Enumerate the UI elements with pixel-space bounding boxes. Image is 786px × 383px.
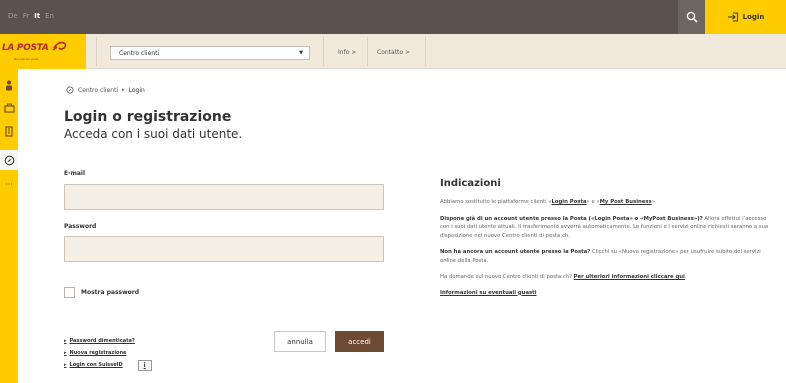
password-label: Password <box>64 223 97 230</box>
faults-info-link[interactable]: Informazioni su eventuali guasti <box>440 290 776 296</box>
compass-icon <box>4 155 14 165</box>
breadcrumb-home[interactable]: Centro clienti <box>78 87 118 94</box>
portal-select-value: Centro clienti <box>119 50 160 57</box>
new-registration-link[interactable]: ▸ Nuova registrazione <box>64 347 152 359</box>
rail-item-compass[interactable] <box>0 150 18 170</box>
person-icon <box>6 80 12 90</box>
info-icon[interactable]: i <box>137 359 152 371</box>
nav-divider <box>367 37 368 66</box>
nav-link-contatto[interactable]: Contatto > <box>377 49 410 56</box>
lang-fr[interactable]: Fr <box>23 12 29 20</box>
page-title: Login o registrazione <box>64 109 232 125</box>
info-text: Abbiamo sostituito le piattaforme client… <box>440 199 552 205</box>
language-switcher: De Fr It En <box>8 12 54 20</box>
posthorn-icon <box>52 41 67 51</box>
info-paragraph-questions: Ha domande sul nuovo Centro clienti di p… <box>440 273 776 282</box>
more-info-link[interactable]: Per ulteriori informazioni cliccare qui <box>574 274 685 280</box>
info-text: . <box>684 274 687 280</box>
show-password-label[interactable]: Mostra password <box>81 289 139 296</box>
header-login-label: Login <box>742 13 765 21</box>
show-password-checkbox[interactable] <box>64 287 75 298</box>
portal-select[interactable]: Centro clienti ▼ <box>110 46 310 60</box>
page-subtitle: Acceda con i suoi dati utente. <box>64 127 243 141</box>
info-text: » e « <box>586 199 600 205</box>
suisseid-login-link[interactable]: ▸ Login con SuisseID i <box>64 359 152 371</box>
form-links: ▸ Password dimenticata? ▸ Nuova registra… <box>64 335 152 371</box>
nav-bar: LA POSTA Benvenuto pubs Centro clienti ▼… <box>0 34 786 69</box>
arrow-right-icon: ▸ <box>64 362 67 368</box>
header-login-button[interactable]: Login <box>705 0 786 34</box>
nav-divider <box>323 37 324 66</box>
forgot-password-link[interactable]: ▸ Password dimenticata? <box>64 335 152 347</box>
nav-link-info[interactable]: Info > <box>338 49 356 56</box>
login-posta-link[interactable]: Login Posta <box>552 199 587 205</box>
more-icon: ··· <box>5 180 13 189</box>
chevron-down-icon: ▼ <box>299 50 303 56</box>
lang-it[interactable]: It <box>34 12 40 20</box>
logo-tagline: Benvenuto pubs <box>14 57 39 61</box>
email-label: E-mail <box>64 170 86 177</box>
breadcrumb-current: Login <box>128 86 145 94</box>
suisseid-login-link-label: Login con SuisseID <box>69 362 123 368</box>
side-rail: ··· <box>0 69 18 383</box>
submit-button[interactable]: accedi <box>335 331 384 352</box>
nav-divider <box>96 37 97 66</box>
lang-en[interactable]: En <box>45 12 54 20</box>
info-bold-text: Dispone già di un account utente presso … <box>440 215 703 222</box>
new-registration-link-label: Nuova registrazione <box>69 350 127 356</box>
building-icon <box>5 125 13 137</box>
rail-item-briefcase[interactable] <box>0 98 18 118</box>
arrow-right-icon: ▸ <box>64 350 67 356</box>
search-button[interactable] <box>678 0 705 34</box>
rail-item-building[interactable] <box>0 121 18 141</box>
info-text: Ha domande sul nuovo Centro clienti di p… <box>440 274 574 280</box>
search-icon <box>686 11 698 23</box>
briefcase-icon <box>3 103 15 113</box>
info-paragraph-existing: Dispone già di un account utente presso … <box>440 215 776 241</box>
arrow-right-icon: ▸ <box>64 338 67 344</box>
info-paragraph-platforms: Abbiamo sostituito le piattaforme client… <box>440 198 776 207</box>
rail-item-person[interactable] <box>0 75 18 95</box>
info-paragraph-new: Non ha ancora un account utente presso l… <box>440 248 776 265</box>
email-field[interactable] <box>64 184 384 210</box>
password-field[interactable] <box>64 236 384 262</box>
show-password-option: Mostra password <box>64 287 139 298</box>
my-post-business-link[interactable]: My Post Business <box>600 199 652 205</box>
rail-item-more[interactable]: ··· <box>0 175 18 195</box>
cancel-button[interactable]: annulla <box>274 331 326 352</box>
info-text: ». <box>651 199 657 205</box>
login-icon <box>727 12 738 22</box>
info-title: Indicazioni <box>440 178 501 189</box>
breadcrumb: Centro clienti ▸ Login <box>66 86 145 94</box>
lang-de[interactable]: De <box>8 12 18 20</box>
compass-icon <box>66 86 74 94</box>
info-bold-text: Non ha ancora un account utente presso l… <box>440 249 591 255</box>
logo-text: LA POSTA <box>2 43 49 53</box>
logo[interactable]: LA POSTA Benvenuto pubs <box>0 34 86 69</box>
forgot-password-link-label: Password dimenticata? <box>69 338 135 344</box>
info-panel: Indicazioni Abbiamo sostituito le piatta… <box>440 178 776 296</box>
nav-divider <box>425 37 426 66</box>
top-bar: De Fr It En Login <box>0 0 786 34</box>
breadcrumb-separator: ▸ <box>122 87 125 93</box>
